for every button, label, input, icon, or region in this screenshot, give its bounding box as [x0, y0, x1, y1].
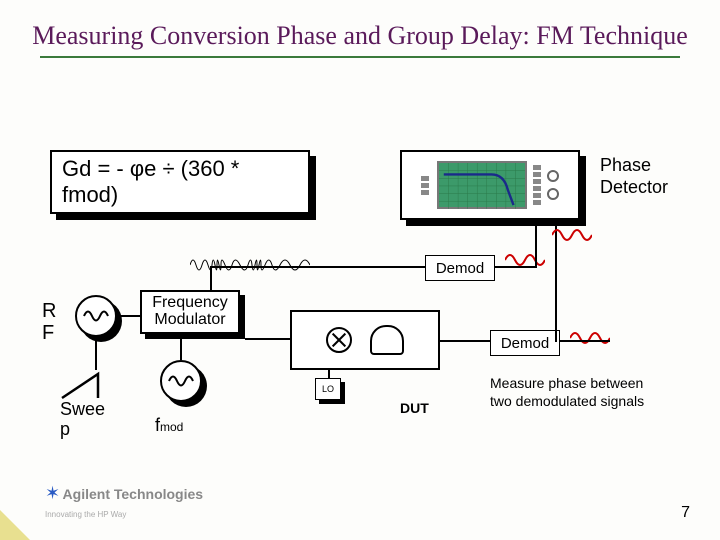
corner-decoration: [0, 510, 30, 540]
formula-box: Gd = - φe ÷ (360 * fmod): [50, 150, 310, 214]
demod-upper-box: Demod: [425, 255, 495, 281]
mixer-icon: [326, 327, 352, 353]
rf-source-icon: [75, 295, 117, 337]
fmod-label: fmod: [155, 415, 183, 436]
lo-box: LO: [315, 378, 341, 400]
demod-lower-box: Demod: [490, 330, 560, 356]
dut-label: DUT: [400, 400, 429, 416]
sweep-ramp-icon: [60, 370, 115, 400]
footer-logo: ✶ Agilent Technologies Innovating the HP…: [45, 483, 203, 522]
title-underline: [40, 56, 680, 58]
phase-detector-label: Phase Detector: [600, 155, 668, 198]
measure-caption: Measure phase between two demodulated si…: [490, 375, 644, 410]
rf-label: R F: [42, 300, 56, 344]
bandpass-filter-icon: [370, 325, 404, 355]
formula-text: Gd = - φe ÷ (360 * fmod): [50, 150, 310, 214]
sweep-label: Swee p: [60, 400, 105, 440]
phase-detector-instrument: [400, 150, 580, 220]
sine-wave-icon: [570, 328, 610, 348]
page-number: 7: [681, 504, 690, 522]
spark-icon: ✶: [45, 483, 58, 503]
dut-mixer-block: [290, 310, 440, 370]
slide-title: Measuring Conversion Phase and Group Del…: [0, 0, 720, 54]
fm-signal-icon: [190, 255, 310, 275]
frequency-modulator-box: Frequency Modulator: [140, 290, 240, 334]
frequency-modulator-label: Frequency Modulator: [140, 290, 240, 334]
instrument-screen: [437, 161, 527, 209]
fmod-source-icon: [160, 360, 202, 402]
sine-wave-icon: [552, 225, 592, 245]
